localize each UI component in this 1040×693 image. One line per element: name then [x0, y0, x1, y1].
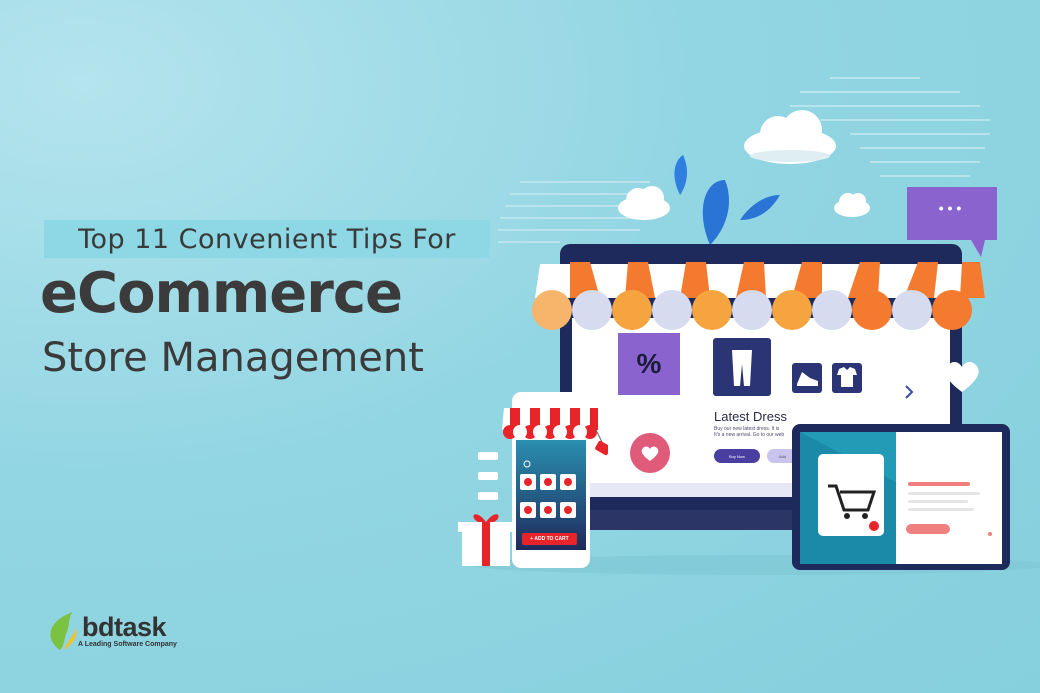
discount-symbol: % — [636, 348, 662, 379]
heart-icon — [641, 446, 659, 461]
buy-now-button[interactable]: Buy Now — [714, 449, 760, 463]
discount-badge: % — [618, 333, 680, 395]
mobile-phone — [458, 392, 608, 568]
headline-main: eCommerce — [40, 261, 403, 326]
product-tag — [478, 452, 498, 460]
product-tag — [478, 472, 498, 480]
tablet-cart — [792, 424, 1010, 570]
brand-name: bdtask — [82, 612, 167, 642]
headline-tagline: Top 11 Convenient Tips For — [44, 220, 490, 258]
cloud-icon — [834, 193, 870, 217]
bdtask-logo-icon — [50, 612, 77, 650]
brand-slogan: A Leading Software Company — [78, 641, 177, 648]
headline-sub: Store Management — [42, 335, 424, 381]
heart-icon — [945, 361, 979, 392]
product-title: Latest Dress — [714, 409, 787, 424]
cloud-icon — [618, 186, 670, 220]
chat-bubble-dots: • • • — [938, 200, 962, 216]
leaf-icon — [674, 155, 780, 245]
add-to-cart-button[interactable]: + ADD TO CART — [522, 533, 577, 545]
product-tag — [478, 492, 498, 500]
